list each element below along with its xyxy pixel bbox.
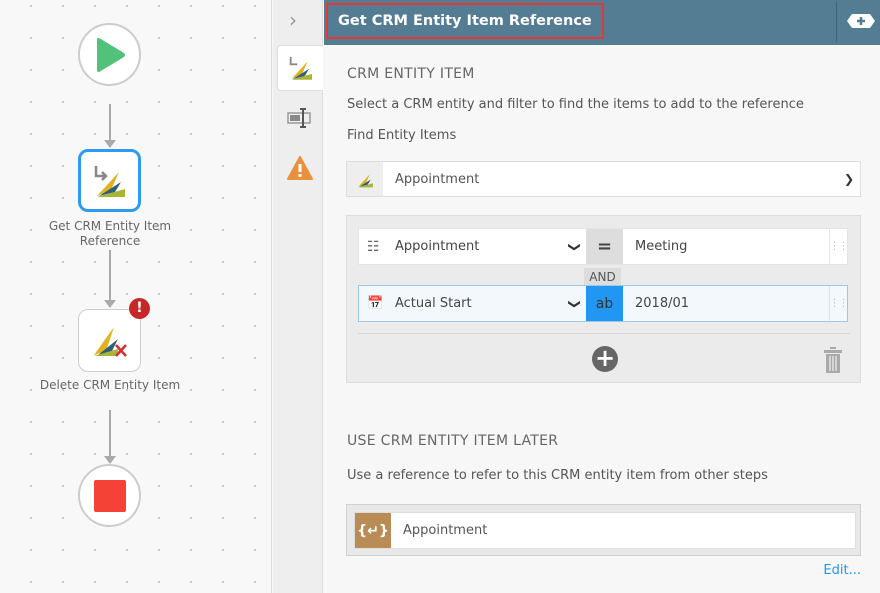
- filter-value-input[interactable]: Meeting: [623, 229, 830, 264]
- entity-dropdown[interactable]: Appointment ❯: [346, 161, 861, 197]
- panel-title[interactable]: Get CRM Entity Item Reference: [326, 3, 604, 39]
- get-crm-entity-item-node[interactable]: [78, 149, 141, 212]
- crm-delete-icon: [93, 326, 127, 357]
- add-filter-icon[interactable]: +: [592, 346, 618, 372]
- trash-icon[interactable]: [823, 346, 843, 374]
- stop-icon: [93, 479, 126, 512]
- drag-handle-icon[interactable]: ⋮⋮: [830, 286, 849, 321]
- section-heading: USE CRM ENTITY ITEM LATER: [347, 433, 559, 449]
- rename-icon: [287, 108, 311, 128]
- divider: [358, 333, 850, 334]
- tab-warnings[interactable]: [277, 145, 323, 191]
- filter-row: 📅 Actual Start ❯ ab 2018/01 ⋮⋮: [358, 285, 849, 322]
- workflow-canvas[interactable]: Get CRM Entity Item Reference ! Delete C…: [0, 0, 272, 593]
- find-label: Find Entity Items: [347, 128, 457, 143]
- filter-box: ☷ Appointment ❯ = Meeting ⋮⋮ AND 📅 Actua…: [346, 215, 861, 383]
- node-label: Get CRM Entity Item Reference: [48, 219, 172, 248]
- side-tab-strip: ›: [273, 0, 323, 593]
- filter-field-select[interactable]: ☷ Appointment ❯: [359, 229, 586, 264]
- divider: [836, 2, 837, 42]
- drag-handle-icon[interactable]: ⋮⋮: [830, 229, 849, 264]
- delete-crm-entity-item-node[interactable]: [78, 309, 141, 372]
- chevron-down-icon[interactable]: ❯: [568, 236, 582, 258]
- add-variable-icon[interactable]: [847, 14, 875, 28]
- edit-link[interactable]: Edit...: [823, 563, 861, 578]
- entity-field-icon: ☷: [367, 238, 380, 255]
- connector-arrow: [104, 300, 116, 308]
- node-label: Delete CRM Entity Item: [39, 378, 181, 392]
- filter-value-input[interactable]: 2018/01: [623, 286, 830, 321]
- reference-icon: {↵}: [355, 513, 391, 548]
- chevron-down-icon[interactable]: ❯: [838, 172, 860, 186]
- reference-field[interactable]: {↵} Appointment: [354, 512, 856, 549]
- collapse-chevron-icon[interactable]: ›: [289, 8, 297, 32]
- filter-field-value: Actual Start: [395, 296, 472, 311]
- play-icon: [96, 37, 125, 72]
- crm-icon: [347, 162, 383, 196]
- section-heading: CRM ENTITY ITEM: [347, 66, 475, 82]
- reference-value: Appointment: [403, 523, 488, 538]
- connector: [109, 250, 111, 306]
- entity-value: Appointment: [395, 171, 480, 187]
- tab-rename[interactable]: [277, 95, 323, 141]
- crm-get-icon: [94, 165, 125, 197]
- start-node[interactable]: [78, 23, 141, 86]
- conjunction-label[interactable]: AND: [584, 268, 621, 286]
- error-badge-icon[interactable]: !: [129, 298, 150, 319]
- section-description: Select a CRM entity and filter to find t…: [347, 97, 804, 112]
- connector: [109, 410, 111, 462]
- filter-row: ☷ Appointment ❯ = Meeting ⋮⋮: [358, 228, 849, 265]
- tab-configure[interactable]: [277, 45, 323, 91]
- reference-box: {↵} Appointment: [346, 504, 861, 556]
- chevron-down-icon[interactable]: ❯: [568, 293, 582, 315]
- date-time-icon: 📅: [367, 296, 384, 311]
- panel-header: Get CRM Entity Item Reference: [324, 0, 880, 45]
- connector-arrow: [104, 456, 116, 464]
- warning-icon: [287, 156, 313, 180]
- section-description: Use a reference to refer to this CRM ent…: [347, 468, 768, 483]
- stop-node[interactable]: [78, 464, 141, 527]
- connector-arrow: [104, 140, 116, 148]
- operator-button[interactable]: ab: [586, 286, 623, 321]
- filter-field-value: Appointment: [395, 239, 480, 254]
- crm-icon: [289, 56, 312, 80]
- filter-field-select[interactable]: 📅 Actual Start ❯: [359, 286, 586, 321]
- operator-button[interactable]: =: [586, 229, 623, 264]
